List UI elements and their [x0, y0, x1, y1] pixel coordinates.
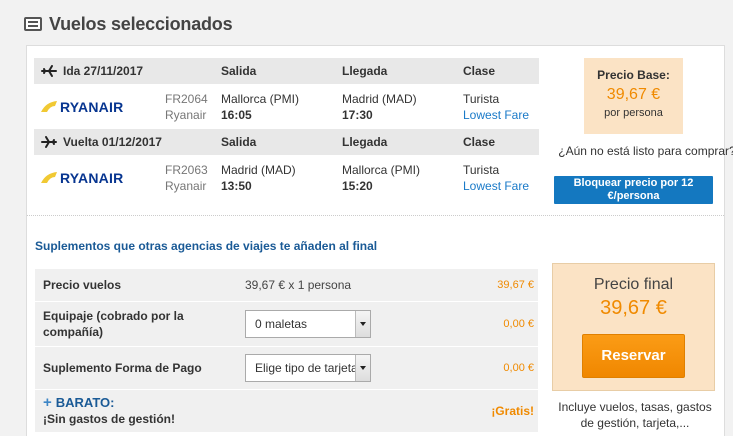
depart-airport: Mallorca (PMI) — [221, 91, 300, 106]
payment-type-select[interactable]: Elige tipo de tarjeta — [245, 354, 371, 382]
price-base-amount: 39,67 € — [606, 86, 661, 103]
direction-label: Ida 27/11/2017 — [63, 64, 144, 78]
price-base-box: Precio Base: 39,67 € por persona — [584, 58, 683, 134]
barato-row: + BARATO: ¡Sin gastos de gestión! ¡Gratis… — [35, 390, 538, 433]
airline-logo: RYANAIR — [34, 99, 165, 115]
fare-link[interactable]: Lowest Fare — [463, 178, 539, 194]
direction-label: Vuelta 01/12/2017 — [63, 135, 162, 149]
block-price-button[interactable]: Bloquear precio por 12 €/persona — [554, 176, 713, 204]
flight-header-row: Ida 27/11/2017 Salida Llegada Clase — [34, 58, 539, 84]
chevron-down-icon — [355, 355, 370, 381]
supplements-table: Precio vuelos 39,67 € x 1 persona 39,67 … — [35, 269, 538, 433]
supplement-row: Precio vuelos 39,67 € x 1 persona 39,67 … — [35, 269, 538, 302]
arrive-airport: Madrid (MAD) — [342, 91, 417, 106]
luggage-select[interactable]: 0 maletas — [245, 310, 371, 338]
supplement-amount: 0,00 € — [503, 362, 534, 374]
supplement-label: Precio vuelos — [43, 278, 122, 292]
block-question: ¿Aún no está listo para comprar? — [558, 144, 733, 158]
supplement-amount: 39,67 € — [497, 279, 534, 291]
harp-icon — [41, 100, 57, 112]
flights-table: Ida 27/11/2017 Salida Llegada Clase RYAN… — [34, 58, 539, 200]
supplements-title: Suplementos que otras agencias de viajes… — [35, 239, 378, 253]
chevron-down-icon — [355, 311, 370, 337]
airline-name: Ryanair — [165, 107, 207, 122]
barato-subtitle: ¡Sin gastos de gestión! — [43, 412, 176, 426]
flight-header-row: Vuelta 01/12/2017 Salida Llegada Clase — [34, 129, 539, 155]
col-salida: Salida — [221, 64, 257, 78]
harp-icon — [41, 171, 57, 183]
arrive-airport: Mallorca (PMI) — [342, 162, 421, 177]
supplement-label: Equipaje (cobrado por la compañía) — [43, 309, 184, 339]
list-icon — [24, 17, 42, 31]
divider — [27, 215, 724, 216]
barato-title: BARATO: — [55, 395, 115, 410]
class-name: Turista — [463, 162, 500, 177]
price-base-label: Precio Base: — [597, 68, 670, 82]
flights-panel: Ida 27/11/2017 Salida Llegada Clase RYAN… — [26, 45, 733, 436]
arrive-time: 15:20 — [342, 178, 373, 193]
flight-row: RYANAIR FR2064 Ryanair Mallorca (PMI) 16… — [34, 84, 539, 129]
depart-airport: Madrid (MAD) — [221, 162, 296, 177]
barato-amount: ¡Gratis! — [491, 404, 534, 418]
flight-number: FR2063 — [165, 162, 208, 177]
col-llegada: Llegada — [342, 135, 388, 149]
arrive-time: 17:30 — [342, 107, 373, 122]
price-final-box: Precio final 39,67 € Reservar — [552, 263, 715, 391]
plane-icon — [41, 136, 57, 148]
supplement-label: Suplemento Forma de Pago — [43, 361, 202, 375]
page-title: Vuelos seleccionados — [49, 13, 233, 34]
col-llegada: Llegada — [342, 64, 388, 78]
supplement-row: Equipaje (cobrado por la compañía) 0 mal… — [35, 302, 538, 347]
supplement-amount: 0,00 € — [503, 318, 534, 330]
depart-time: 16:05 — [221, 107, 252, 122]
airline-name: Ryanair — [165, 178, 207, 193]
section-header: Vuelos seleccionados — [24, 12, 233, 36]
price-final-label: Precio final — [593, 276, 674, 293]
flight-row: RYANAIR FR2063 Ryanair Madrid (MAD) 13:5… — [34, 155, 539, 200]
col-salida: Salida — [221, 135, 257, 149]
plane-icon — [41, 65, 57, 77]
col-clase: Clase — [463, 135, 496, 149]
includes-note: Incluye vuelos, tasas, gastos de gestión… — [558, 400, 712, 430]
plus-icon[interactable]: + — [43, 394, 52, 411]
price-final-amount: 39,67 € — [600, 297, 667, 319]
reserve-button[interactable]: Reservar — [582, 334, 685, 378]
supplement-row: Suplemento Forma de Pago Elige tipo de t… — [35, 347, 538, 390]
supplement-detail: 39,67 € x 1 persona — [245, 278, 352, 292]
col-clase: Clase — [463, 64, 496, 78]
price-base-per: por persona — [604, 107, 663, 119]
class-name: Turista — [463, 91, 500, 106]
depart-time: 13:50 — [221, 178, 252, 193]
airline-logo: RYANAIR — [34, 170, 165, 186]
flight-number: FR2064 — [165, 91, 208, 106]
fare-link[interactable]: Lowest Fare — [463, 107, 539, 123]
